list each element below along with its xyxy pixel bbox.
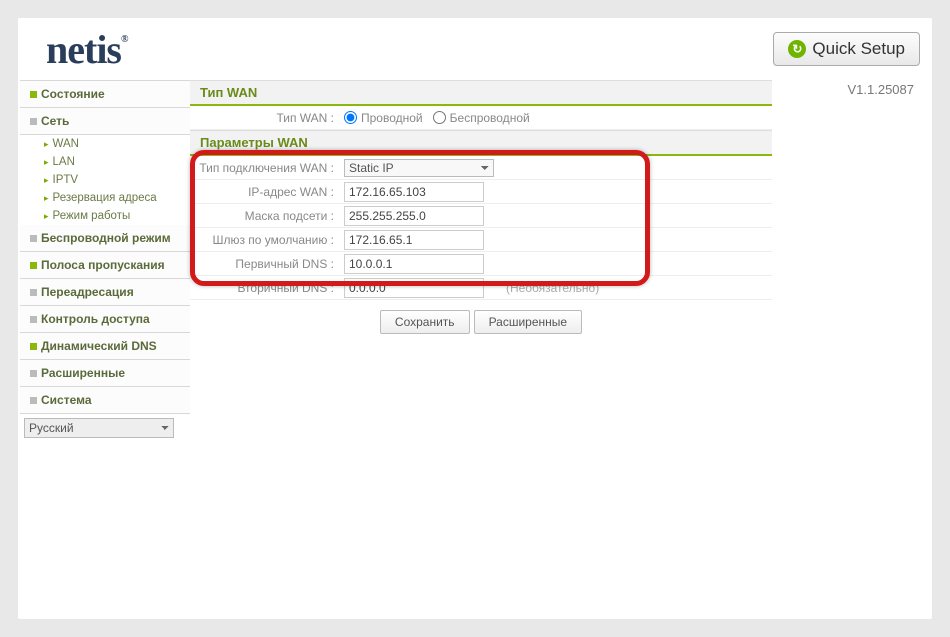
secondary-dns-row: Вторичный DNS : (Необязательно) [190, 276, 772, 300]
sidebar-subitem-reservation[interactable]: ▸Резервация адреса [20, 189, 190, 207]
sidebar-subitem-opmode[interactable]: ▸Режим работы [20, 207, 190, 225]
bullet-icon [30, 91, 37, 98]
subnet-mask-row: Маска подсети : [190, 204, 772, 228]
wan-ip-input[interactable] [344, 182, 484, 202]
wan-ip-label: IP-адрес WAN : [190, 185, 340, 199]
sidebar-item-bandwidth[interactable]: Полоса пропускания [20, 252, 190, 279]
bullet-icon [30, 235, 37, 242]
wan-type-label: Тип WAN : [190, 111, 340, 125]
quick-setup-button[interactable]: ↻ Quick Setup [773, 32, 920, 66]
wan-type-wireless-radio[interactable] [433, 111, 446, 124]
chevron-right-icon: ▸ [44, 193, 49, 204]
save-button[interactable]: Сохранить [380, 310, 470, 334]
sidebar-subitem-lan[interactable]: ▸LAN [20, 153, 190, 171]
secondary-dns-input[interactable] [344, 278, 484, 298]
bullet-icon [30, 343, 37, 350]
chevron-right-icon: ▸ [44, 175, 49, 186]
chevron-right-icon: ▸ [44, 139, 49, 150]
sidebar-item-forwarding[interactable]: Переадресация [20, 279, 190, 306]
refresh-icon: ↻ [788, 40, 806, 58]
gateway-label: Шлюз по умолчанию : [190, 233, 340, 247]
advanced-button[interactable]: Расширенные [474, 310, 583, 334]
bullet-icon [30, 316, 37, 323]
quick-setup-label: Quick Setup [812, 39, 905, 59]
sidebar-subitems-network: ▸WAN ▸LAN ▸IPTV ▸Резервация адреса ▸Режи… [20, 135, 190, 225]
main-content: Тип WAN Тип WAN : Проводной Беспроводной… [190, 80, 932, 618]
chevron-right-icon: ▸ [44, 211, 49, 222]
sidebar-item-system[interactable]: Система [20, 387, 190, 414]
primary-dns-row: Первичный DNS : [190, 252, 772, 276]
sidebar-item-advanced[interactable]: Расширенные [20, 360, 190, 387]
subnet-mask-label: Маска подсети : [190, 209, 340, 223]
wan-type-wireless[interactable]: Беспроводной [433, 111, 530, 125]
conn-type-row: Тип подключения WAN : Static IP [190, 156, 772, 180]
gateway-input[interactable] [344, 230, 484, 250]
sidebar-item-status[interactable]: Состояние [20, 81, 190, 108]
sidebar-item-ddns[interactable]: Динамический DNS [20, 333, 190, 360]
sidebar-subitem-wan[interactable]: ▸WAN [20, 135, 190, 153]
gateway-row: Шлюз по умолчанию : [190, 228, 772, 252]
sidebar-item-network[interactable]: Сеть [20, 108, 190, 135]
language-select[interactable]: Русский [24, 418, 174, 438]
conn-type-label: Тип подключения WAN : [190, 161, 340, 175]
bullet-icon [30, 397, 37, 404]
sidebar-item-wireless[interactable]: Беспроводной режим [20, 225, 190, 252]
wan-type-header: Тип WAN [190, 80, 772, 106]
optional-note: (Необязательно) [494, 281, 599, 295]
secondary-dns-label: Вторичный DNS : [190, 281, 340, 295]
brand-logo: netis® [46, 26, 127, 73]
bullet-icon [30, 370, 37, 377]
primary-dns-label: Первичный DNS : [190, 257, 340, 271]
button-row: Сохранить Расширенные [190, 300, 772, 344]
wan-ip-row: IP-адрес WAN : [190, 180, 772, 204]
sidebar-subitem-iptv[interactable]: ▸IPTV [20, 171, 190, 189]
wan-type-row: Тип WAN : Проводной Беспроводной [190, 106, 772, 130]
wan-type-wired-radio[interactable] [344, 111, 357, 124]
sidebar-item-access[interactable]: Контроль доступа [20, 306, 190, 333]
header: netis® ↻ Quick Setup [18, 18, 932, 80]
chevron-right-icon: ▸ [44, 157, 49, 168]
conn-type-select[interactable]: Static IP [344, 159, 494, 177]
sidebar: Состояние Сеть ▸WAN ▸LAN ▸IPTV ▸Резервац… [20, 80, 190, 618]
bullet-icon [30, 289, 37, 296]
primary-dns-input[interactable] [344, 254, 484, 274]
wan-type-wired[interactable]: Проводной [344, 111, 423, 125]
bullet-icon [30, 262, 37, 269]
subnet-mask-input[interactable] [344, 206, 484, 226]
bullet-icon [30, 118, 37, 125]
wan-params-header: Параметры WAN [190, 130, 772, 156]
